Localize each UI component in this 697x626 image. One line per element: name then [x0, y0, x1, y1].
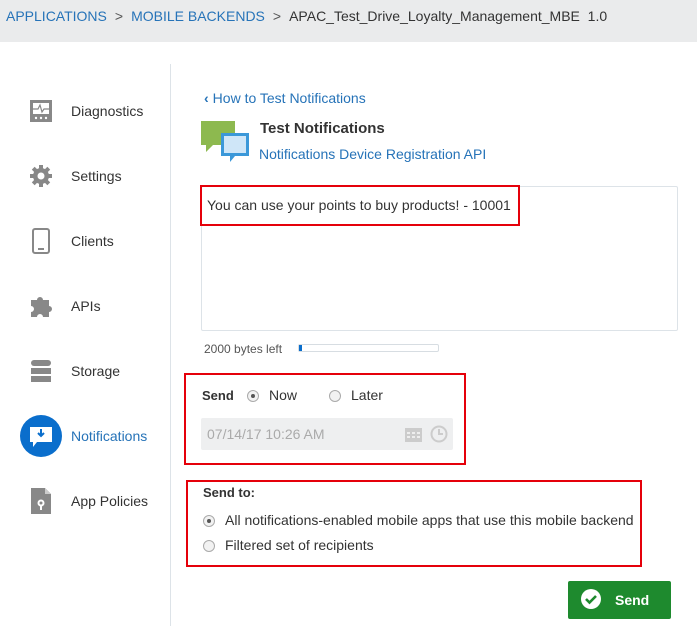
- sidebar-item-notifications[interactable]: Notifications: [0, 415, 170, 457]
- radio-button[interactable]: [203, 540, 215, 553]
- breadcrumb-current: APAC_Test_Drive_Loyalty_Management_MBE: [289, 8, 580, 24]
- send-to-label: Send to:: [203, 485, 255, 500]
- policy-document-icon: [20, 480, 62, 522]
- highlight-box: [200, 185, 520, 226]
- breadcrumb-separator: >: [272, 8, 282, 24]
- radio-button[interactable]: [247, 390, 259, 403]
- send-to-all-radio[interactable]: All notifications-enabled mobile apps th…: [203, 512, 634, 528]
- breadcrumb-version: 1.0: [587, 8, 608, 24]
- send-now-radio[interactable]: Now: [247, 387, 297, 403]
- clock-icon[interactable]: [430, 425, 448, 446]
- radio-label: Later: [351, 387, 383, 403]
- sidebar-item-label: Notifications: [71, 428, 148, 444]
- send-button-label: Send: [615, 592, 650, 608]
- sidebar-item-label: Settings: [71, 168, 122, 184]
- radio-button[interactable]: [203, 515, 215, 528]
- sidebar-item-label: Diagnostics: [71, 103, 144, 119]
- calendar-icon[interactable]: [405, 426, 422, 445]
- api-link[interactable]: Notifications Device Registration API: [259, 146, 486, 162]
- back-link[interactable]: ‹ How to Test Notifications: [204, 90, 366, 106]
- breadcrumb-separator: >: [114, 8, 124, 24]
- bytes-left: 2000 bytes left: [204, 342, 283, 356]
- chevron-left-icon: ‹: [204, 90, 209, 106]
- sidebar-item-label: App Policies: [71, 493, 149, 509]
- sidebar-item-clients[interactable]: Clients: [0, 221, 170, 261]
- sidebar: Diagnostics Settings Clients APIs Storag…: [0, 64, 170, 626]
- sidebar-item-apis[interactable]: APIs: [0, 286, 170, 326]
- datetime-input[interactable]: 07/14/17 10:26 AM: [201, 418, 453, 450]
- gear-icon: [20, 155, 62, 197]
- database-icon: [20, 350, 62, 392]
- sidebar-item-storage[interactable]: Storage: [0, 351, 170, 391]
- sidebar-item-app-policies[interactable]: App Policies: [0, 481, 170, 521]
- send-to-filtered-radio[interactable]: Filtered set of recipients: [203, 537, 374, 553]
- phone-icon: [20, 220, 62, 262]
- datetime-value: 07/14/17 10:26 AM: [207, 426, 325, 442]
- notification-icon: [20, 415, 62, 457]
- sidebar-item-label: Storage: [71, 363, 121, 379]
- radio-label: Filtered set of recipients: [225, 537, 374, 553]
- breadcrumb: APPLICATIONS > MOBILE BACKENDS > APAC_Test_D…: [0, 0, 697, 42]
- diagnostics-icon: [20, 90, 62, 132]
- sidebar-item-diagnostics[interactable]: Diagnostics: [0, 91, 170, 131]
- back-link-label: How to Test Notifications: [212, 90, 366, 106]
- sidebar-item-label: APIs: [71, 298, 101, 314]
- checkmark-circle-icon: [580, 588, 602, 613]
- bytes-progress-bar: [298, 344, 439, 352]
- bytes-progress-fill: [299, 345, 302, 351]
- send-label: Send: [202, 388, 234, 403]
- sidebar-item-label: Clients: [71, 233, 114, 249]
- send-later-radio[interactable]: Later: [329, 387, 383, 403]
- send-button[interactable]: Send: [568, 581, 671, 619]
- radio-button[interactable]: [329, 390, 341, 403]
- main-panel: ‹ How to Test Notifications Test Notifica…: [171, 64, 697, 626]
- chat-bubbles-icon: [201, 119, 251, 166]
- page-title: Test Notifications: [260, 120, 385, 137]
- breadcrumb-mobile-backends[interactable]: MOBILE BACKENDS: [131, 8, 265, 24]
- sidebar-item-settings[interactable]: Settings: [0, 156, 170, 196]
- radio-label: All notifications-enabled mobile apps th…: [225, 512, 634, 528]
- breadcrumb-applications[interactable]: APPLICATIONS: [6, 8, 107, 24]
- puzzle-icon: [20, 285, 62, 327]
- radio-label: Now: [269, 387, 298, 403]
